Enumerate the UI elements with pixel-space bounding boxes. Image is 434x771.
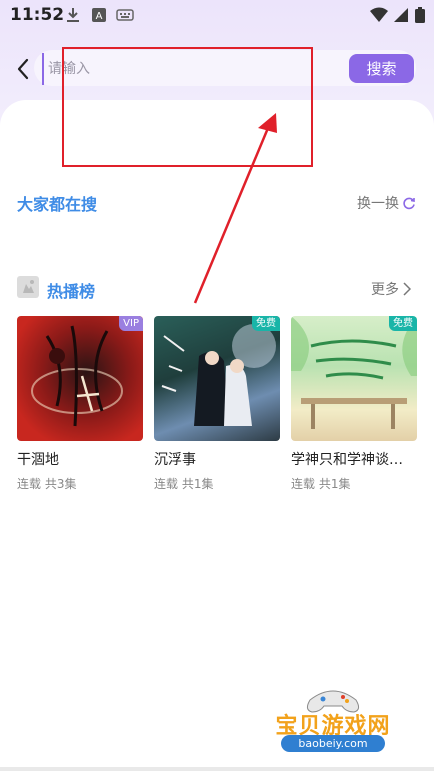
free-badge: 免费 <box>252 316 280 331</box>
refresh-button[interactable]: 换一换 <box>357 193 416 213</box>
hot-list-icon <box>17 276 39 298</box>
drama-cover: 免费 <box>291 316 417 441</box>
more-button[interactable]: 更多 <box>371 279 411 299</box>
drama-episodes: 连载 共1集 <box>291 477 351 491</box>
vip-badge: VIP <box>119 316 143 331</box>
drama-episodes: 连载 共1集 <box>154 477 214 491</box>
free-badge: 免费 <box>389 316 417 331</box>
cover-art-image <box>291 316 417 429</box>
drama-title: 学神只和学神谈… <box>291 452 403 468</box>
drama-cover: VIP <box>17 316 143 441</box>
more-label: 更多 <box>371 282 399 298</box>
watermark-url: baobeiy.com <box>281 735 385 752</box>
drama-card[interactable]: 免费 沉浮事 连载 共1集 <box>154 316 280 492</box>
hot-search-title: 大家都在搜 <box>17 195 98 214</box>
watermark-logo: 宝贝游戏网 baobeiy.com <box>258 684 408 754</box>
hot-list-title: 热播榜 <box>47 282 96 301</box>
drama-title: 沉浮事 <box>154 452 196 468</box>
refresh-label: 换一换 <box>357 196 399 212</box>
drama-cover: 免费 <box>154 316 280 441</box>
chevron-right-icon <box>403 282 411 296</box>
cover-art-image <box>31 325 123 427</box>
cover-art-image <box>161 324 276 426</box>
bottom-bar <box>0 767 434 771</box>
drama-card[interactable]: 免费 学神只和学神谈… 连载 共1集 <box>291 316 417 492</box>
refresh-icon <box>403 197 415 210</box>
drama-card[interactable]: VIP 干涸地 连载 共3集 <box>17 316 143 492</box>
drama-title: 干涸地 <box>17 452 59 468</box>
drama-episodes: 连载 共3集 <box>17 477 77 491</box>
